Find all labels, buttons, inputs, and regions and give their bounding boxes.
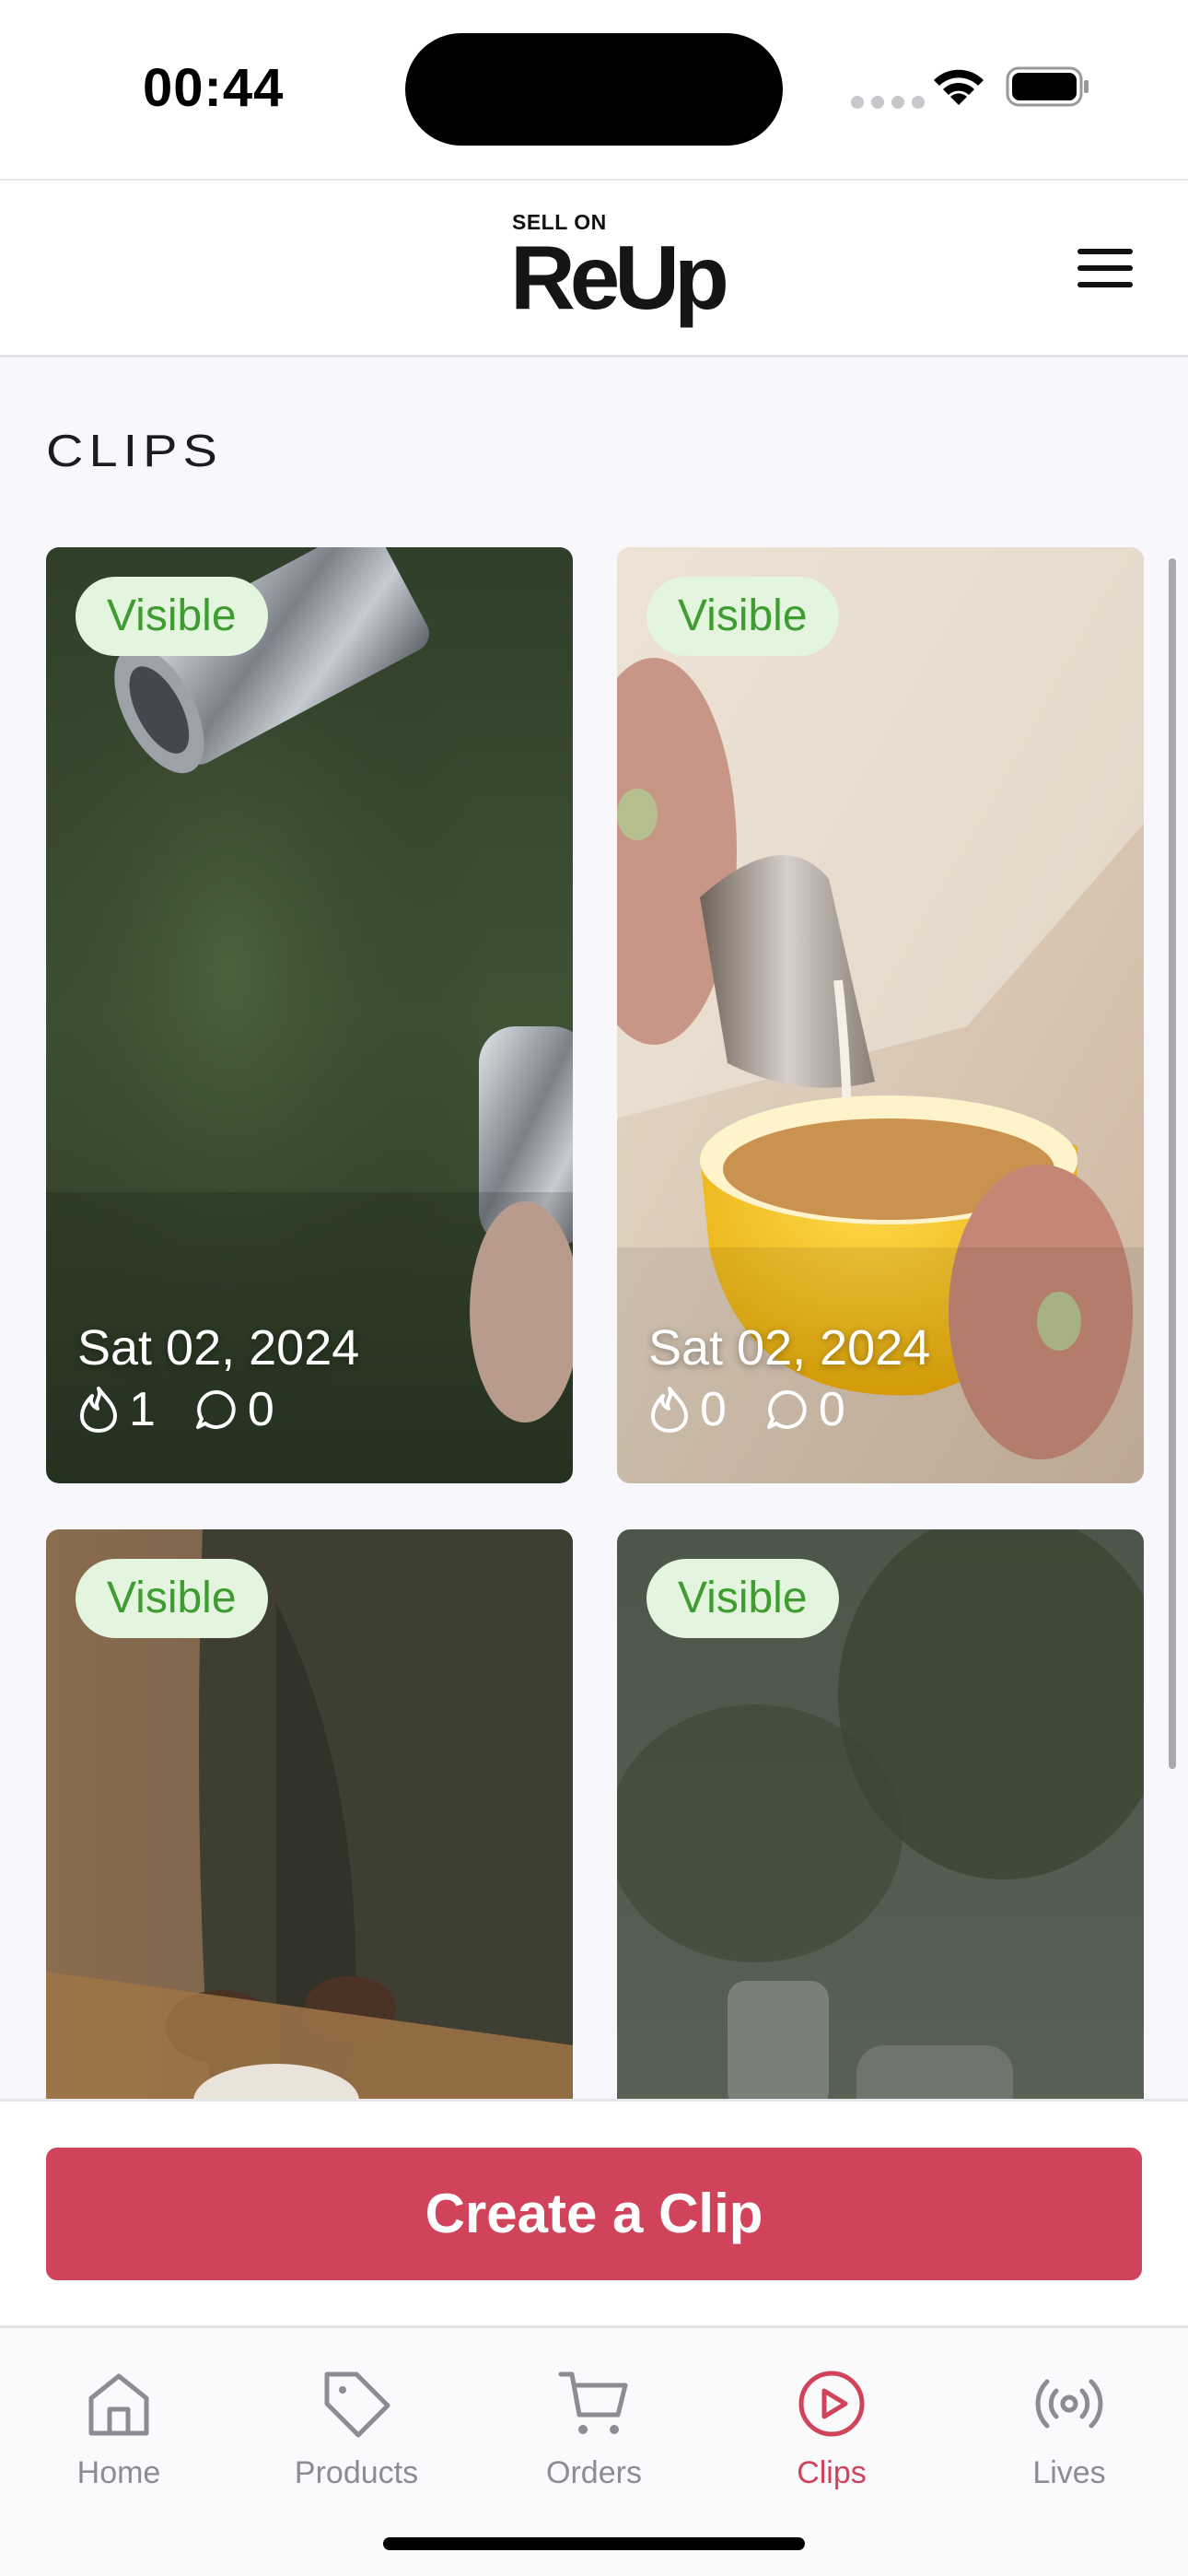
likes-stat: 1 (77, 1382, 156, 1437)
battery-icon (1006, 66, 1089, 107)
cart-icon (558, 2371, 628, 2434)
page-title: CLIPS (46, 424, 223, 476)
reup-logo[interactable]: SELL ON ReUp (510, 210, 729, 332)
dynamic-island (405, 33, 783, 146)
tab-products[interactable]: Products (238, 2347, 475, 2522)
comments-count: 0 (818, 1383, 845, 1436)
hamburger-menu-icon[interactable] (1068, 236, 1142, 300)
clip-stats: 1 0 (77, 1382, 313, 1437)
status-time: 00:44 (143, 58, 285, 118)
clips-grid: Visible Sat 02, 2024 1 0 Visible Sat 02,… (0, 547, 1188, 2099)
tab-products-label: Products (294, 2455, 419, 2490)
cellular-signal-icon (851, 96, 925, 109)
home-icon (88, 2373, 149, 2436)
tab-lives-label: Lives (1032, 2455, 1106, 2490)
clip-card[interactable]: Visible (617, 1529, 1144, 2099)
scrollbar[interactable] (1169, 558, 1176, 1769)
visibility-badge: Visible (646, 1559, 839, 1638)
clip-card[interactable]: Visible (46, 1529, 573, 2099)
create-clip-bar: Create a Clip (0, 2099, 1188, 2325)
visibility-badge: Visible (76, 577, 268, 656)
comment-icon (766, 1390, 807, 1429)
app-header: SELL ON ReUp (0, 179, 1188, 357)
comments-count: 0 (247, 1383, 274, 1436)
clip-card[interactable]: Visible Sat 02, 2024 1 0 (46, 547, 573, 1483)
visibility-badge: Visible (76, 1559, 268, 1638)
broadcast-icon (1035, 2379, 1103, 2429)
comments-stat: 0 (194, 1382, 274, 1437)
clip-date: Sat 02, 2024 (648, 1320, 931, 1376)
visibility-badge: Visible (646, 577, 839, 656)
comment-icon (195, 1390, 236, 1429)
create-clip-button[interactable]: Create a Clip (46, 2148, 1142, 2280)
wifi-icon (934, 69, 984, 105)
clip-card[interactable]: Visible Sat 02, 2024 0 0 (617, 547, 1144, 1483)
tab-orders[interactable]: Orders (475, 2347, 713, 2522)
status-bar: 00:44 (0, 0, 1188, 179)
logo-main-text: ReUp (510, 227, 729, 328)
tag-icon (324, 2371, 390, 2438)
home-indicator (383, 2537, 805, 2550)
tab-lives[interactable]: Lives (950, 2347, 1188, 2522)
likes-stat: 0 (648, 1382, 727, 1437)
tab-clips-label: Clips (797, 2455, 867, 2490)
tab-orders-label: Orders (546, 2455, 642, 2490)
clip-stats: 0 0 (648, 1382, 884, 1437)
flame-icon (651, 1387, 688, 1433)
clip-date: Sat 02, 2024 (77, 1320, 360, 1376)
play-circle-icon (798, 2371, 865, 2437)
flame-icon (80, 1387, 117, 1433)
likes-count: 0 (700, 1383, 727, 1436)
likes-count: 1 (129, 1383, 156, 1436)
tab-home[interactable]: Home (0, 2347, 238, 2522)
tab-clips[interactable]: Clips (713, 2347, 950, 2522)
comments-stat: 0 (765, 1382, 845, 1437)
tab-home-label: Home (76, 2455, 161, 2490)
